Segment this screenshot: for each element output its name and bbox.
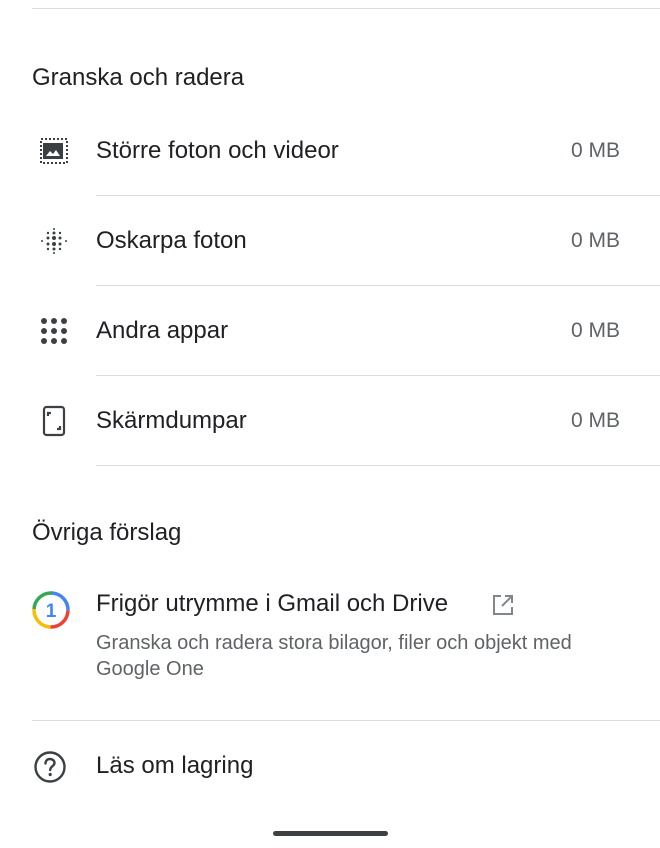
row-size: 0 MB (570, 229, 620, 252)
suggestion-description: Granska och radera stora bilagor, filer … (96, 632, 572, 680)
storage-review-screen: Granska och radera Större foton och vide… (0, 0, 660, 848)
help-label: Läs om lagring (96, 752, 254, 779)
row-size: 0 MB (570, 139, 620, 162)
google-one-icon: 1 (31, 590, 71, 630)
row-label: Andra appar (96, 317, 229, 344)
screenshot-phone-icon (38, 405, 70, 437)
row-label: Oskarpa foton (96, 227, 247, 254)
row-label: Större foton och videor (96, 137, 339, 164)
google-one-suggestion[interactable]: 1 Frigör utrymme i Gmail och Drive Grans… (0, 572, 660, 692)
row-screenshots[interactable]: Skärmdumpar 0 MB (0, 376, 660, 466)
row-size: 0 MB (570, 409, 620, 432)
section-divider (32, 720, 660, 721)
top-divider (32, 8, 660, 9)
row-size: 0 MB (570, 319, 620, 342)
open-external-icon (490, 592, 516, 618)
row-label: Skärmdumpar (96, 407, 247, 434)
row-blurry-photos[interactable]: Oskarpa foton 0 MB (0, 196, 660, 286)
row-large-photos[interactable]: Större foton och videor 0 MB (0, 106, 660, 196)
suggestion-title: Frigör utrymme i Gmail och Drive (96, 590, 449, 617)
blurry-dots-icon (38, 225, 70, 257)
row-other-apps[interactable]: Andra appar 0 MB (0, 286, 660, 376)
help-circle-icon (33, 750, 67, 784)
large-photo-icon (38, 135, 70, 167)
suggestions-section-title: Övriga förslag (32, 519, 182, 546)
review-section-title: Granska och radera (32, 64, 245, 91)
learn-about-storage-item[interactable]: Läs om lagring (0, 732, 660, 800)
apps-grid-icon (38, 315, 70, 347)
google-one-logo-text: 1 (46, 601, 57, 622)
gesture-nav-handle[interactable] (273, 831, 388, 836)
row-divider (96, 465, 660, 466)
